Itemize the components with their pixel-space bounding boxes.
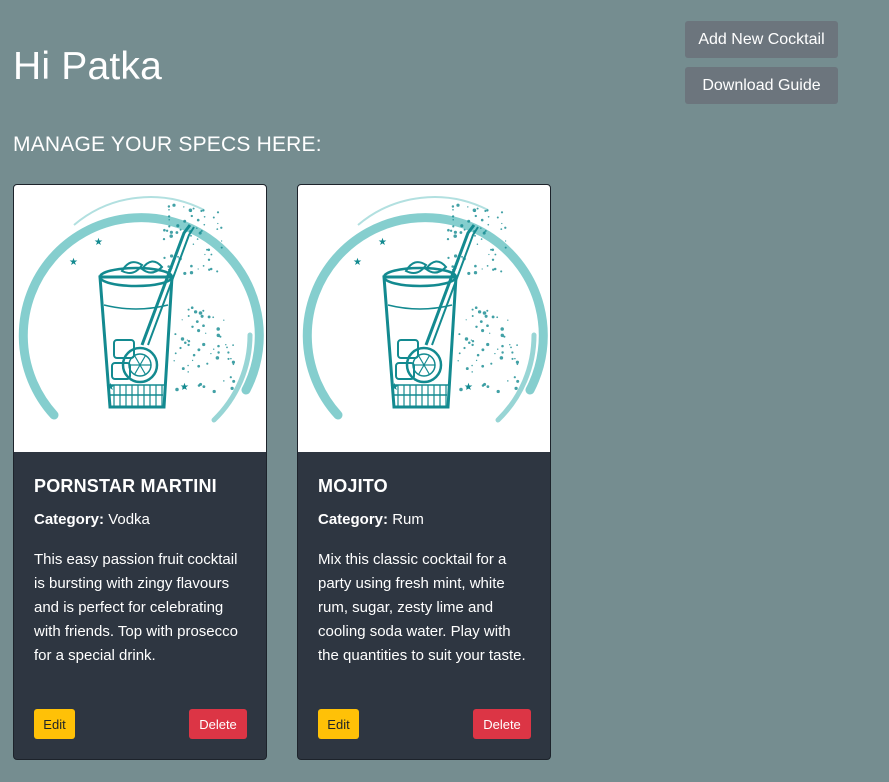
section-heading: MANAGE YOUR SPECS HERE: (13, 133, 322, 156)
cocktail-description: This easy passion fruit cocktail is burs… (34, 551, 238, 664)
svg-text:★: ★ (106, 382, 115, 393)
cocktail-description: Mix this classic cocktail for a party us… (318, 551, 526, 664)
delete-button[interactable]: Delete (473, 709, 531, 739)
cocktail-name: MOJITO (318, 476, 388, 496)
svg-text:★: ★ (94, 237, 103, 248)
greeting-heading: Hi Patka (13, 45, 162, 88)
cocktail-card: ★★★★ PORNSTAR MARTINI Category: Vodka Th… (13, 184, 267, 760)
svg-text:★: ★ (378, 237, 387, 248)
svg-text:★: ★ (353, 257, 362, 268)
svg-text:★: ★ (390, 382, 399, 393)
add-new-cocktail-button[interactable]: Add New Cocktail (685, 21, 838, 58)
download-guide-button[interactable]: Download Guide (685, 67, 838, 104)
cocktail-glass-icon: ★★★★ (18, 196, 264, 423)
cocktail-category: Category: Rum (318, 511, 424, 529)
cocktail-glass-icon: ★★★★ (302, 196, 548, 423)
cocktail-card: ★★★★ MOJITO Category: Rum Mix this class… (297, 184, 551, 760)
edit-button[interactable]: Edit (318, 709, 359, 739)
page: Hi Patka Add New Cocktail Download Guide… (0, 0, 889, 782)
category-value: Rum (392, 511, 424, 528)
cocktail-image: ★★★★ (298, 185, 550, 452)
edit-button[interactable]: Edit (34, 709, 75, 739)
category-label: Category: (318, 511, 389, 528)
cocktail-category: Category: Vodka (34, 511, 150, 529)
category-label: Category: (34, 511, 105, 528)
cocktail-name: PORNSTAR MARTINI (34, 476, 217, 496)
delete-button[interactable]: Delete (189, 709, 247, 739)
cocktail-image: ★★★★ (14, 185, 266, 452)
svg-text:★: ★ (69, 257, 78, 268)
category-value: Vodka (108, 511, 150, 528)
